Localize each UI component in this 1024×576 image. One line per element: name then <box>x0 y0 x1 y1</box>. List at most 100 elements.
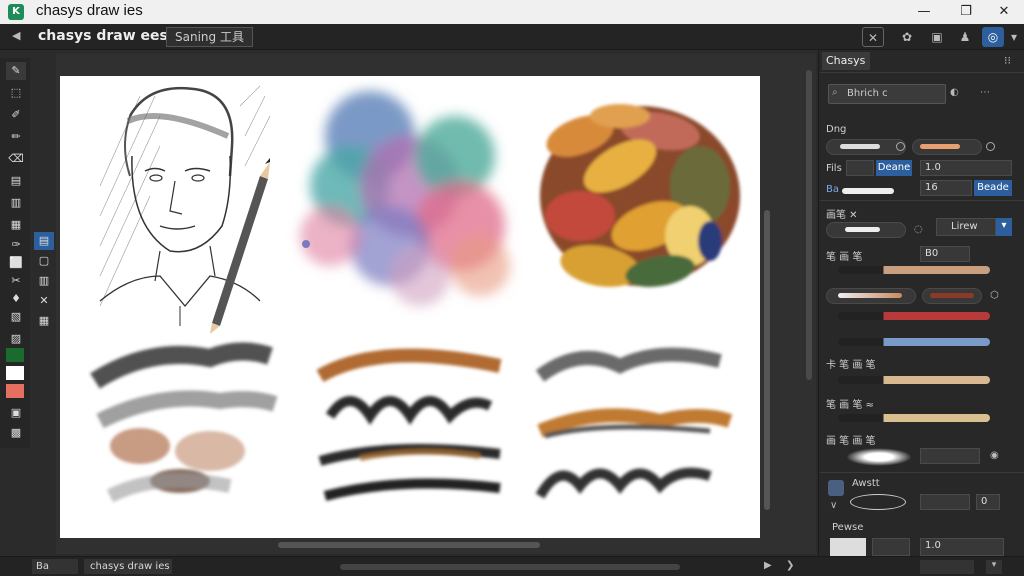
sub-tool-palette: ▤ ▢ ▥ ✕ ▦ <box>32 232 54 332</box>
arrow-field[interactable] <box>872 538 910 556</box>
nav-icon[interactable]: ❯ <box>786 560 794 571</box>
tool-pen-icon[interactable]: ✐ <box>6 106 26 124</box>
texture-thumbnail[interactable] <box>828 480 844 496</box>
chevron-down-icon[interactable]: ∨ <box>830 500 837 511</box>
brush-section-label: Dng <box>826 124 847 135</box>
brush-search-input[interactable]: Bhrich c <box>828 84 946 104</box>
row4-value-field[interactable]: B0 <box>920 246 970 262</box>
minimize-button[interactable]: — <box>904 0 944 24</box>
background-color-swatch[interactable] <box>6 366 24 380</box>
chevron-down-icon[interactable]: ▾ <box>1006 27 1022 47</box>
main-toolbar: ◀ chasys draw ees Saning 工具 ✕ ✿ ▣ ♟ ◎ ▾ <box>0 24 1024 50</box>
canvas-vertical-scrollbar[interactable] <box>764 210 770 510</box>
tool-select-icon[interactable]: ✎ <box>6 62 26 80</box>
size-button[interactable]: Deane <box>876 160 912 176</box>
dropdown-chevron-icon[interactable]: ▾ <box>996 218 1012 236</box>
shape-preview[interactable] <box>850 494 906 510</box>
radio-icon[interactable] <box>986 142 995 151</box>
settings-icon[interactable]: ◎ <box>982 27 1004 47</box>
brush-tip-2 <box>920 144 960 149</box>
brush-item-1[interactable] <box>838 266 990 274</box>
tool-hand-icon[interactable]: ▩ <box>6 424 26 442</box>
dry-brush-strokes <box>535 347 733 499</box>
back-arrow-icon[interactable]: ◀ <box>12 29 20 42</box>
subtool-frame-icon[interactable]: ▢ <box>34 252 54 270</box>
close-doc-icon[interactable]: ✕ <box>862 27 884 47</box>
brush-tip-4 <box>845 227 880 232</box>
maximize-button[interactable]: ❐ <box>946 0 986 24</box>
play-icon[interactable]: ▶ <box>764 560 772 571</box>
panel-scrollbar[interactable] <box>806 70 812 380</box>
radio-icon[interactable]: ◉ <box>990 450 999 461</box>
oil-paint-strokes <box>540 104 740 287</box>
size-value-field[interactable]: 1.0 <box>920 160 1012 176</box>
list-label-3: 画 笔 画 笔 <box>826 436 876 447</box>
tool-stamp-icon[interactable]: ▥ <box>6 194 26 212</box>
tool-eraser-icon[interactable]: ⌫ <box>6 150 26 168</box>
artwork-svg <box>90 85 740 503</box>
tool-brush-icon[interactable]: ✑ <box>6 236 26 254</box>
pencil-portrait-sketch <box>99 85 271 326</box>
status-left: Ba <box>32 559 78 574</box>
panel-tab[interactable]: Chasys <box>822 52 870 70</box>
blend-mode-dropdown[interactable]: Lirew <box>936 218 996 236</box>
list-label-1: 卡 笔 画 笔 <box>826 360 876 371</box>
tool-marquee-icon[interactable]: ⬚ <box>6 84 26 102</box>
list-label-2: 笔 画 笔 ≈ <box>826 400 874 411</box>
radio-icon[interactable] <box>896 142 905 151</box>
brush-icon[interactable]: ♟ <box>954 27 976 47</box>
tool-blur-icon[interactable]: ▧ <box>6 308 26 326</box>
row2-value-field[interactable]: 16 <box>920 180 972 196</box>
tool-text-icon[interactable]: ▨ <box>6 330 26 348</box>
document-tab[interactable]: Saning 工具 <box>166 27 253 47</box>
brush-item-4[interactable] <box>838 312 990 320</box>
tool-shape-icon[interactable]: ⬜ <box>6 254 26 272</box>
brush-tip-5 <box>838 293 902 298</box>
tool-fill-icon[interactable]: ▤ <box>6 172 26 190</box>
foreground-color-swatch[interactable] <box>6 348 24 362</box>
status-scrollbar[interactable] <box>340 564 680 570</box>
zoom-field[interactable] <box>920 560 974 574</box>
close-button[interactable]: ✕ <box>984 0 1024 24</box>
subtool-layers-icon[interactable]: ▤ <box>34 232 54 250</box>
watercolor-drop <box>302 240 310 248</box>
subtool-pattern-icon[interactable]: ▦ <box>34 312 54 330</box>
drawing-canvas[interactable] <box>60 76 760 538</box>
panel-divider <box>820 72 1024 73</box>
zoom-dropdown-icon[interactable]: ▾ <box>986 560 1002 574</box>
soft-brush-preview[interactable] <box>846 448 912 466</box>
size-label: Fils <box>826 163 842 174</box>
footer-value-field[interactable]: 1.0 <box>920 538 1004 556</box>
tool-smudge-icon[interactable]: ♦ <box>6 290 26 308</box>
brush-item-5[interactable] <box>838 338 990 346</box>
brush-stroke-samples <box>316 348 502 501</box>
clear-icon[interactable]: ◐ <box>950 87 959 98</box>
brush-item-8[interactable] <box>920 448 980 464</box>
subtool-grid-icon[interactable]: ▥ <box>34 272 54 290</box>
row2-button[interactable]: Beade <box>974 180 1012 196</box>
bottom-value-field[interactable]: 0 <box>976 494 1000 510</box>
link-icon[interactable]: ◌ <box>914 224 923 235</box>
pencil-drawing <box>210 158 270 334</box>
tool-gradient-icon[interactable]: ▦ <box>6 216 26 234</box>
tool-zoom-icon[interactable]: ▣ <box>6 404 26 422</box>
accent-color-swatch[interactable] <box>6 384 24 398</box>
subtool-cross-icon[interactable]: ✕ <box>34 292 54 310</box>
panel-menu-icon[interactable]: ⁝⁝ <box>1004 54 1011 67</box>
bottom-label: Awstt <box>852 478 880 489</box>
app-icon: K <box>8 4 24 20</box>
watercolor-splash <box>300 91 510 306</box>
layers-icon[interactable]: ▣ <box>926 27 948 47</box>
options-icon[interactable]: ⋯ <box>980 87 990 98</box>
effects-icon[interactable]: ✿ <box>896 27 918 47</box>
status-document-tab[interactable]: chasys draw ies <box>84 559 172 574</box>
brush-item-6[interactable] <box>838 376 990 384</box>
color-preview[interactable] <box>830 538 866 556</box>
tool-pencil-icon[interactable]: ✏ <box>6 128 26 146</box>
brush-item-7[interactable] <box>838 414 990 422</box>
tool-crop-icon[interactable]: ✂ <box>6 272 26 290</box>
row2-label: Ba <box>826 184 839 195</box>
angle-field[interactable] <box>920 494 970 510</box>
size-field[interactable] <box>846 160 874 176</box>
canvas-horizontal-scrollbar[interactable] <box>278 542 540 548</box>
